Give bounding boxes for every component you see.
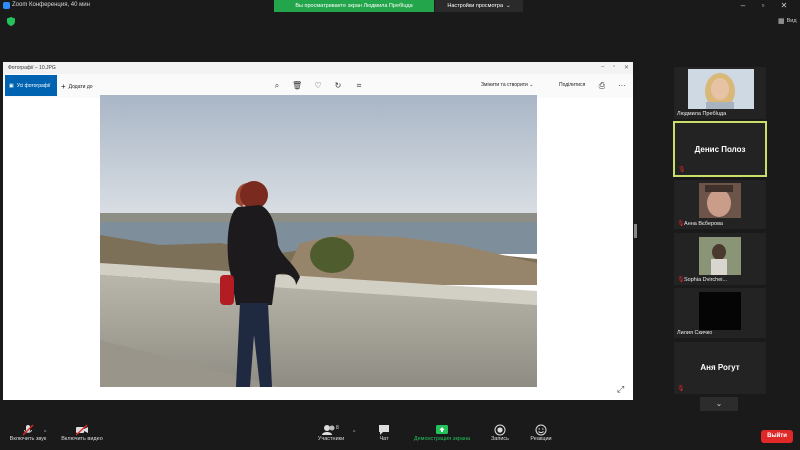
- start-video-label: Включить видео: [61, 436, 103, 442]
- participant-tile[interactable]: Аня Рогут 🎙: [674, 342, 766, 394]
- view-button-label: Вид: [786, 18, 797, 24]
- reactions-button[interactable]: Реакции: [526, 424, 556, 442]
- add-to-label: Додати до: [68, 83, 93, 90]
- photos-icon: ▣: [9, 82, 14, 89]
- viewing-share-banner: Вы просматриваете экран Людмила Пребluда: [274, 0, 434, 12]
- participant-video: [688, 69, 754, 109]
- rotate-icon[interactable]: ↻: [333, 81, 343, 91]
- chat-label: Чат: [379, 436, 389, 442]
- plus-icon: +: [61, 82, 66, 91]
- participant-name-row: 🎙 Sophia Dvirchei...: [677, 277, 727, 283]
- share-screen-label: Демонстрация экрана: [413, 436, 471, 442]
- crop-icon[interactable]: ⌗: [354, 81, 364, 91]
- expand-icon[interactable]: ⤢: [617, 384, 624, 395]
- participant-name-row: Людмила Пребluда: [677, 111, 726, 117]
- meeting-toolbar: [0, 418, 800, 450]
- participant-display-name: Денис Полоз: [694, 145, 746, 154]
- participant-name: Лилия Скичко: [677, 330, 713, 336]
- add-to-button[interactable]: + Додати до: [61, 82, 93, 91]
- all-photos-button[interactable]: ▣ Усі фотографії: [5, 75, 57, 96]
- chat-button[interactable]: Чат: [372, 424, 396, 442]
- participant-name: Людмила Пребluда: [677, 111, 727, 117]
- print-icon[interactable]: ⎙: [597, 81, 607, 91]
- share-screen-button[interactable]: Демонстрация экрана: [406, 424, 478, 442]
- muted-mic-icon: 🎙: [677, 386, 685, 392]
- chat-icon: [372, 424, 396, 436]
- participant-display-name: Аня Рогут: [700, 363, 740, 372]
- participant-name: Анна Вєберова: [684, 221, 723, 227]
- view-settings-button[interactable]: Настройки просмотра ⌄: [435, 0, 523, 12]
- video-off-icon: [56, 424, 108, 436]
- muted-mic-icon: 🎙: [677, 277, 685, 283]
- record-label: Запись: [490, 436, 510, 442]
- participant-video-off: [699, 292, 741, 330]
- zoom-icon[interactable]: ⌕: [272, 81, 282, 91]
- muted-mic-icon: 🎙: [678, 167, 686, 173]
- heart-icon[interactable]: ♡: [313, 81, 323, 91]
- photo-share-button[interactable]: Поділитися: [559, 82, 585, 88]
- participant-name-row: 🎙: [678, 167, 686, 173]
- maximize-icon: ▫: [613, 64, 616, 70]
- minimize-icon[interactable]: –: [738, 1, 748, 10]
- window-title: Zoom Конференция, 40 мин: [12, 2, 90, 8]
- displayed-photo: [100, 95, 537, 387]
- participant-name-row: 🎙 Анна Вєберова: [677, 221, 723, 227]
- participant-tile[interactable]: Людмила Пребluда: [674, 67, 766, 119]
- participant-name-row: 🎙: [677, 386, 685, 392]
- minimize-icon: –: [601, 64, 605, 70]
- record-icon: [486, 424, 514, 436]
- participant-video: [699, 237, 741, 275]
- participant-tile-active-speaker[interactable]: Денис Полоз 🎙: [673, 121, 767, 177]
- shared-screen-photos-window: Фотографії – 10.JPG – ▫ ✕ ▣ Усі фотограф…: [3, 62, 633, 400]
- participants-button[interactable]: 8 Участники: [312, 424, 350, 442]
- trash-icon[interactable]: 🗑: [292, 81, 302, 91]
- chevron-up-icon[interactable]: ^: [353, 430, 355, 436]
- record-button[interactable]: Запись: [486, 424, 514, 442]
- participants-icon: 8: [312, 424, 350, 436]
- close-icon: ✕: [624, 65, 630, 71]
- smiley-icon: [526, 424, 556, 436]
- close-icon[interactable]: ✕: [779, 1, 789, 10]
- all-photos-label: Усі фотографії: [16, 82, 51, 89]
- chevron-up-icon[interactable]: ^: [44, 430, 46, 436]
- unmute-label: Включить звук: [9, 436, 47, 442]
- svg-text:8: 8: [336, 425, 339, 431]
- chevron-down-icon[interactable]: ⌄: [700, 397, 738, 411]
- participants-label: Участники: [317, 436, 345, 442]
- participant-name: Sophia Dvirchei...: [684, 277, 728, 283]
- start-video-button[interactable]: Включить видео: [56, 424, 108, 442]
- muted-mic-icon: 🎙: [677, 221, 685, 227]
- participant-tile[interactable]: 🎙 Sophia Dvirchei...: [674, 233, 766, 285]
- view-button[interactable]: ▦ Вид: [778, 17, 797, 25]
- maximize-icon[interactable]: ▫: [758, 1, 768, 10]
- share-screen-icon: [406, 424, 478, 436]
- participant-video: [699, 183, 741, 218]
- grid-icon: ▦: [778, 18, 785, 25]
- edit-create-button[interactable]: Змінити та створити ⌄: [481, 82, 533, 88]
- more-icon[interactable]: ···: [617, 81, 627, 91]
- view-settings-label: Настройки просмотра: [447, 3, 504, 9]
- photos-title: Фотографії – 10.JPG: [8, 65, 56, 71]
- chevron-down-icon: ⌄: [506, 3, 511, 9]
- photos-titlebar: Фотографії – 10.JPG – ▫ ✕: [3, 62, 633, 74]
- shield-icon[interactable]: [7, 17, 15, 26]
- participant-name-row: Лилия Скичко: [677, 330, 712, 336]
- panel-resize-handle[interactable]: [634, 224, 637, 238]
- leave-meeting-button[interactable]: Выйти: [761, 430, 793, 443]
- participant-tile[interactable]: Лилия Скичко: [674, 288, 766, 338]
- zoom-logo-icon: [3, 2, 10, 9]
- participant-tile[interactable]: 🎙 Анна Вєберова: [674, 180, 766, 229]
- reactions-label: Реакции: [530, 436, 552, 442]
